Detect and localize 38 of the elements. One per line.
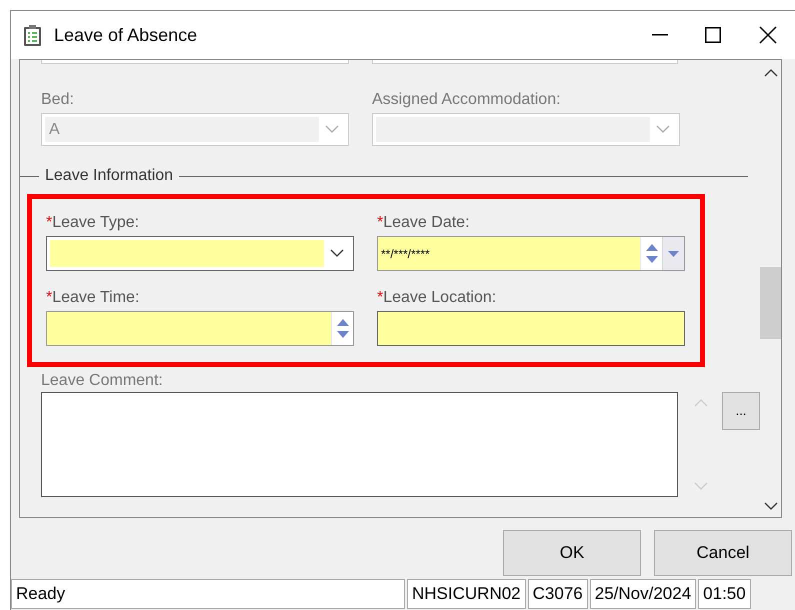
field-label: Assigned Accommodation:	[372, 90, 562, 110]
field-label: Leave Date:	[383, 213, 470, 233]
cancel-button[interactable]: Cancel	[654, 530, 792, 576]
ok-button[interactable]: OK	[503, 530, 641, 576]
date-field[interactable]: **/***/****	[377, 236, 685, 271]
chevron-up-icon[interactable]	[764, 68, 778, 77]
maximize-icon[interactable]	[705, 27, 721, 43]
spin-down-icon[interactable]	[646, 256, 658, 263]
minimize-icon[interactable]	[652, 34, 668, 36]
spin-down-icon[interactable]	[336, 331, 348, 338]
spin-up-icon[interactable]	[646, 244, 658, 251]
field-label: Bed:	[41, 90, 75, 110]
comment-textarea[interactable]	[41, 392, 678, 497]
required-mark: *	[377, 213, 384, 233]
browse-button[interactable]: ...	[722, 392, 760, 430]
status-panel: 25/Nov/2024	[590, 579, 696, 609]
required-mark: *	[46, 288, 52, 308]
field-label: Leave Location:	[383, 288, 496, 308]
field-label: Leave Time:	[52, 288, 140, 308]
location-field[interactable]	[377, 311, 685, 346]
required-mark: *	[46, 213, 52, 233]
status-panel: NHSICURN02	[407, 579, 526, 609]
close-icon[interactable]	[759, 26, 777, 44]
dropdown-arrow-icon[interactable]	[668, 250, 679, 256]
chevron-down-icon[interactable]	[330, 249, 344, 258]
time-field[interactable]	[46, 311, 354, 346]
leave-type-dropdown[interactable]	[46, 236, 354, 271]
required-mark: *	[377, 288, 384, 308]
status-panel: Ready	[11, 579, 405, 609]
status-panel: C3076	[528, 579, 588, 609]
window-title: Leave of Absence	[54, 24, 198, 46]
scrollbar-thumb[interactable]	[760, 267, 781, 339]
section-title: Leave Information	[44, 166, 174, 186]
status-panel: 01:50	[698, 579, 751, 609]
field-label: Leave Comment:	[41, 371, 164, 391]
field-label: Leave Type:	[52, 213, 140, 233]
spin-up-icon[interactable]	[336, 319, 348, 326]
chevron-down-icon[interactable]	[764, 502, 778, 511]
